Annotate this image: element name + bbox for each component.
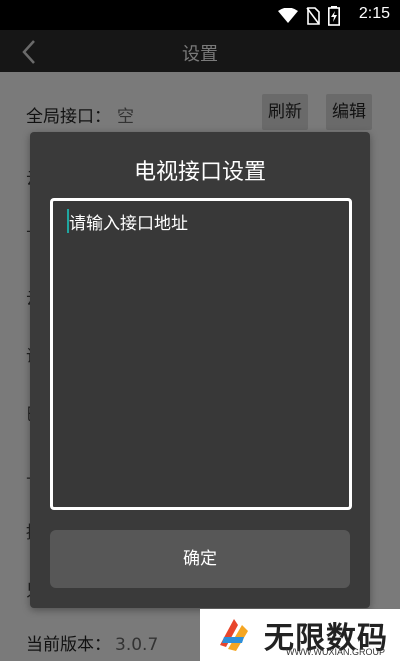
version-row: 当前版本： 3.0.7 (26, 630, 158, 655)
edit-button[interactable]: 编辑 (326, 94, 372, 130)
input-placeholder: 请输入接口地址 (69, 214, 188, 234)
global-interface-label: 全局接口： (26, 107, 111, 127)
app-bar: 设置 (0, 30, 400, 72)
tv-interface-dialog: 电视接口设置 请输入接口地址 确定 (30, 132, 370, 608)
dialog-title: 电视接口设置 (133, 160, 266, 185)
watermark-subtext: WWW.WUXIAN.GROUP (286, 647, 385, 657)
watermark: 无限数码 WWW.WUXIAN.GROUP (200, 609, 400, 661)
status-time: 2:15 (358, 5, 390, 22)
global-interface-value: 空 (117, 107, 134, 127)
interface-url-input[interactable]: 请输入接口地址 (50, 198, 352, 510)
page-title: 设置 (182, 44, 218, 65)
status-icons (278, 6, 340, 26)
refresh-button[interactable]: 刷新 (262, 94, 308, 130)
watermark-logo-icon (214, 615, 254, 655)
version-value: 3.0.7 (115, 635, 159, 655)
global-interface-row: 全局接口： 空 (26, 102, 134, 127)
wifi-icon (278, 8, 298, 24)
no-sim-icon (306, 7, 320, 25)
battery-charging-icon (328, 6, 340, 26)
status-bar: 2:15 (0, 0, 400, 30)
confirm-button[interactable]: 确定 (50, 530, 350, 588)
version-label: 当前版本： (26, 635, 111, 655)
